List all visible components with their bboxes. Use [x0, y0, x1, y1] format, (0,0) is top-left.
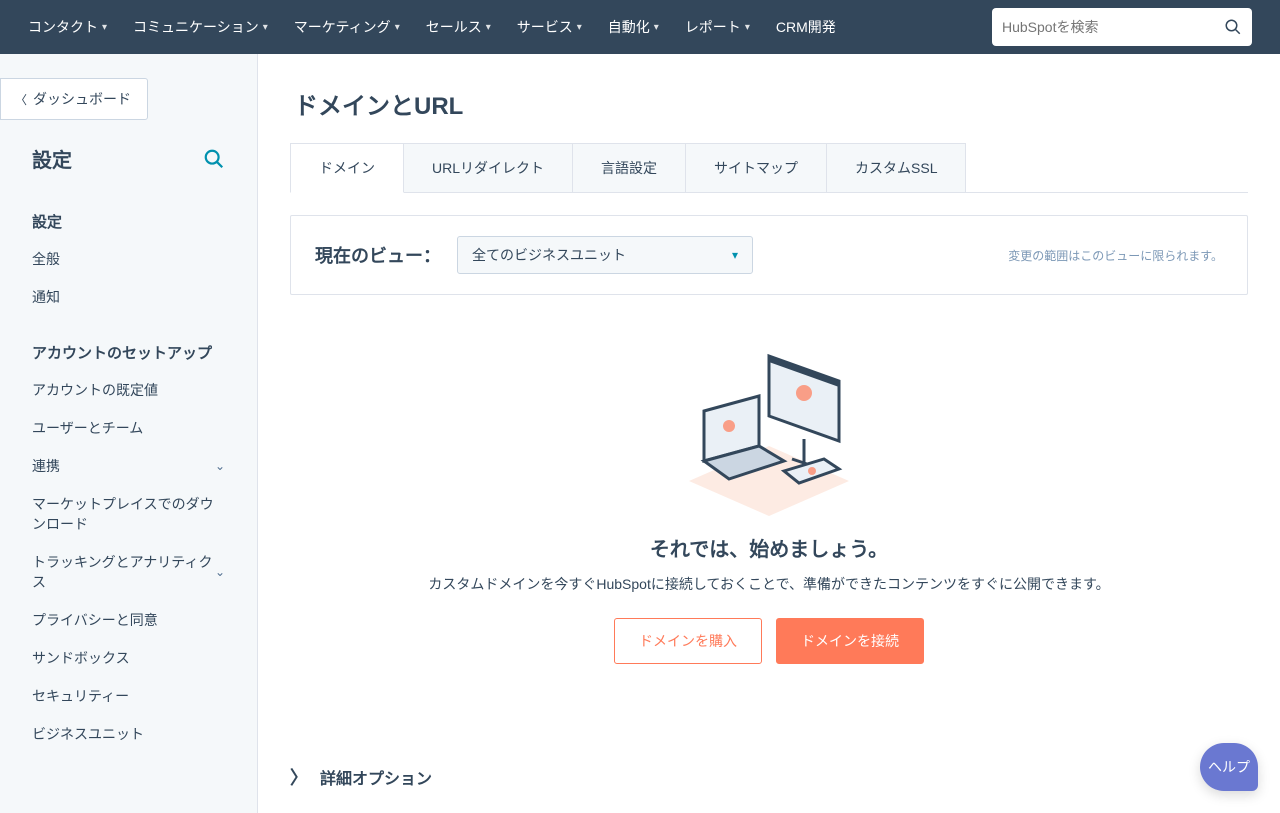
empty-state-title: それでは、始めましょう。 [310, 533, 1228, 562]
nav-reports[interactable]: レポート▾ [685, 17, 750, 37]
nav-service[interactable]: サービス▾ [517, 17, 582, 37]
business-unit-select[interactable]: 全てのビジネスユニット ▾ [457, 236, 753, 274]
back-to-dashboard[interactable]: 〈 ダッシュボード [0, 78, 148, 120]
nav-marketing[interactable]: マーケティング▾ [294, 17, 400, 37]
sidebar-item-tracking[interactable]: トラッキングとアナリティクス⌄ [0, 543, 257, 601]
view-filter-panel: 現在のビュー： 全てのビジネスユニット ▾ 変更の範囲はこのビューに限られます。 [290, 215, 1248, 295]
chevron-right-icon: 〉 [290, 764, 308, 790]
nav-crm[interactable]: CRM開発 [776, 17, 836, 37]
sidebar-item-privacy[interactable]: プライバシーと同意 [0, 601, 257, 639]
caret-down-icon: ▾ [732, 248, 738, 262]
chevron-down-icon: ⌄ [215, 459, 225, 473]
chevron-down-icon: ▾ [395, 22, 400, 33]
chevron-down-icon: ▾ [745, 22, 750, 33]
tab-sitemap[interactable]: サイトマップ [686, 143, 827, 192]
chevron-down-icon: ▾ [486, 22, 491, 33]
sidebar-search-icon[interactable] [203, 148, 225, 170]
advanced-options-toggle[interactable]: 〉 詳細オプション [290, 764, 1248, 790]
sidebar-item-business-units[interactable]: ビジネスユニット [0, 715, 257, 753]
chevron-down-icon: ▾ [263, 22, 268, 33]
buy-domain-button[interactable]: ドメインを購入 [614, 618, 762, 664]
search-input[interactable] [1002, 19, 1224, 35]
sidebar-item-security[interactable]: セキュリティー [0, 677, 257, 715]
sidebar-item-marketplace[interactable]: マーケットプレイスでのダウンロード [0, 485, 257, 543]
devices-illustration [664, 341, 874, 521]
sidebar-title: 設定 [32, 144, 72, 173]
empty-state: それでは、始めましょう。 カスタムドメインを今すぐHubSpotに接続しておくこ… [290, 295, 1248, 684]
tab-language[interactable]: 言語設定 [573, 143, 686, 192]
main-content: ドメインとURL ドメイン URLリダイレクト 言語設定 サイトマップ カスタム… [258, 54, 1280, 813]
nav-automation[interactable]: 自動化▾ [608, 17, 659, 37]
tab-url-redirect[interactable]: URLリダイレクト [404, 143, 573, 192]
nav-contacts[interactable]: コンタクト▾ [28, 17, 107, 37]
nav-sales[interactable]: セールス▾ [426, 17, 491, 37]
sidebar-item-integrations[interactable]: 連携⌄ [0, 447, 257, 485]
connect-domain-button[interactable]: ドメインを接続 [776, 618, 924, 664]
section-heading-account-setup: アカウントのセットアップ [0, 334, 257, 371]
sidebar-item-notifications[interactable]: 通知 [0, 278, 257, 316]
view-label: 現在のビュー： [315, 242, 441, 268]
select-value: 全てのビジネスユニット [472, 245, 626, 265]
chevron-down-icon: ⌄ [215, 565, 225, 579]
top-nav: コンタクト▾ コミュニケーション▾ マーケティング▾ セールス▾ サービス▾ 自… [0, 0, 1280, 54]
chevron-down-icon: ▾ [102, 22, 107, 33]
tab-custom-ssl[interactable]: カスタムSSL [827, 143, 966, 192]
empty-state-subtitle: カスタムドメインを今すぐHubSpotに接続しておくことで、準備ができたコンテン… [310, 574, 1228, 594]
domain-tabs: ドメイン URLリダイレクト 言語設定 サイトマップ カスタムSSL [290, 143, 1248, 193]
search-icon [1224, 18, 1242, 36]
global-search[interactable] [992, 8, 1252, 46]
section-heading-settings: 設定 [0, 203, 257, 240]
view-scope-note: 変更の範囲はこのビューに限られます。 [1008, 247, 1223, 264]
settings-sidebar: 〈 ダッシュボード 設定 設定 全般 通知 アカウントのセットアップ アカウント… [0, 54, 258, 813]
page-title: ドメインとURL [290, 86, 1248, 121]
chevron-left-icon: 〈 [15, 91, 27, 108]
tab-domain[interactable]: ドメイン [290, 143, 404, 193]
nav-communication[interactable]: コミュニケーション▾ [133, 17, 268, 37]
chevron-down-icon: ▾ [654, 22, 659, 33]
sidebar-item-users-teams[interactable]: ユーザーとチーム [0, 409, 257, 447]
sidebar-item-sandbox[interactable]: サンドボックス [0, 639, 257, 677]
sidebar-item-account-defaults[interactable]: アカウントの既定値 [0, 371, 257, 409]
chevron-down-icon: ▾ [577, 22, 582, 33]
sidebar-item-general[interactable]: 全般 [0, 240, 257, 278]
help-button[interactable]: ヘルプ [1200, 743, 1258, 791]
